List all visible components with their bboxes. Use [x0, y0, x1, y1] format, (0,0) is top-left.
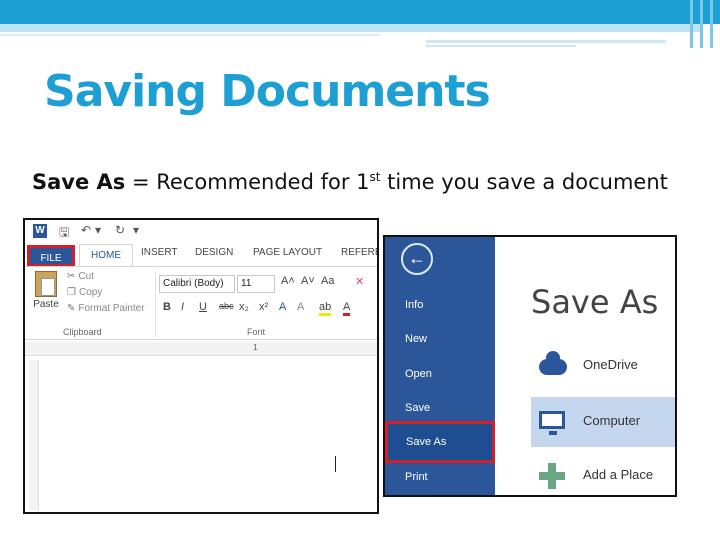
- superscript-button[interactable]: x²: [259, 301, 268, 313]
- font-size-select[interactable]: 11: [237, 275, 275, 293]
- copy-button[interactable]: ❐ Copy: [67, 287, 102, 298]
- word-logo-icon: W: [33, 224, 47, 238]
- paste-label: Paste: [33, 299, 59, 310]
- nav-new[interactable]: New: [405, 333, 427, 345]
- computer-icon: [539, 411, 567, 435]
- header-bar: [0, 0, 720, 48]
- text-effects-button[interactable]: A: [279, 301, 286, 313]
- header-stripe: [690, 0, 693, 48]
- nav-save-as-label: Save As: [406, 436, 447, 448]
- cloud-icon: [539, 351, 567, 377]
- subtitle-bold: Save As: [32, 170, 126, 194]
- document-area: [257, 356, 377, 512]
- slide-subtitle: Save As = Recommended for 1st time you s…: [32, 170, 668, 194]
- underline-button[interactable]: U: [199, 301, 207, 313]
- header-band: [0, 24, 700, 32]
- copy-label: Copy: [78, 287, 103, 298]
- nav-save[interactable]: Save: [405, 402, 430, 414]
- nav-open[interactable]: Open: [405, 368, 432, 380]
- group-divider: [155, 271, 156, 337]
- clipboard-icon: [35, 271, 57, 297]
- shrink-font-icon[interactable]: A˅: [301, 275, 315, 287]
- plus-icon: [539, 463, 567, 489]
- ribbon-home: Paste ✂ Cut ❐ Copy ✎ Format Painter Clipboa…: [25, 266, 377, 340]
- place-add[interactable]: Add a Place: [531, 451, 675, 495]
- redo-icon[interactable]: ↻: [115, 223, 125, 237]
- format-painter-label: Format Painter: [78, 303, 145, 314]
- header-stripe: [710, 0, 713, 48]
- text-effects-dropdown[interactable]: A: [297, 301, 304, 313]
- subtitle-end: time you save a document: [380, 170, 668, 194]
- back-arrow-icon[interactable]: ←: [401, 243, 433, 275]
- tab-page-layout[interactable]: PAGE LAYOUT: [253, 247, 322, 258]
- highlight-button[interactable]: ab: [319, 301, 332, 316]
- backstage-nav: ← Info New Open Save Save As Print: [385, 237, 495, 495]
- undo-dropdown-icon[interactable]: ▾: [95, 223, 101, 237]
- font-color-button[interactable]: A: [343, 301, 351, 316]
- cut-button[interactable]: ✂ Cut: [67, 271, 94, 282]
- quick-access-toolbar: W 🖫 ↶ ▾ ↻ ▾: [25, 220, 377, 242]
- font-group-label: Font: [247, 327, 266, 337]
- grow-font-icon[interactable]: A˄: [281, 275, 295, 287]
- subtitle-sup: st: [369, 170, 381, 184]
- nav-info[interactable]: Info: [405, 299, 423, 311]
- slide-title: Saving Documents: [44, 66, 491, 117]
- format-painter-button[interactable]: ✎ Format Painter: [67, 303, 145, 314]
- tab-design[interactable]: DESIGN: [195, 247, 233, 258]
- ruler-mark: 1: [253, 343, 258, 352]
- change-case-icon[interactable]: Aa: [321, 275, 334, 287]
- clipboard-group-label: Clipboard: [63, 327, 102, 337]
- tab-home[interactable]: HOME: [79, 244, 133, 268]
- tab-insert[interactable]: INSERT: [141, 247, 178, 258]
- clear-format-icon[interactable]: ✕: [355, 275, 364, 288]
- header-line: [426, 45, 576, 47]
- cut-label: Cut: [78, 271, 94, 282]
- strikethrough-button[interactable]: abc: [219, 301, 234, 311]
- scissors-icon: ✂: [67, 271, 76, 282]
- italic-button[interactable]: I: [181, 301, 184, 313]
- bold-button[interactable]: B: [163, 301, 171, 313]
- word-window-screenshot: W 🖫 ↶ ▾ ↻ ▾ FILE HOME INSERT DESIGN PAGE…: [23, 218, 379, 514]
- vertical-ruler: [29, 360, 39, 510]
- backstage-screenshot: ← Info New Open Save Save As Print Save …: [383, 235, 677, 497]
- place-label: Computer: [583, 413, 641, 428]
- document-page[interactable]: [39, 374, 257, 512]
- ribbon-tabs: FILE HOME INSERT DESIGN PAGE LAYOUT REFE…: [25, 242, 377, 268]
- tab-references[interactable]: REFEREN: [341, 247, 377, 258]
- backstage-title: Save As: [531, 283, 659, 321]
- undo-icon[interactable]: ↶: [81, 223, 91, 237]
- subscript-button[interactable]: x₂: [239, 301, 249, 313]
- brush-icon: ✎: [67, 303, 76, 314]
- save-icon[interactable]: 🖫: [59, 223, 69, 244]
- nav-save-as[interactable]: Save As: [385, 421, 495, 463]
- horizontal-ruler[interactable]: 1: [25, 342, 377, 356]
- header-stripe: [700, 0, 703, 48]
- customize-icon[interactable]: ▾: [133, 223, 139, 237]
- nav-print[interactable]: Print: [405, 471, 428, 483]
- place-onedrive[interactable]: OneDrive: [531, 341, 675, 391]
- subtitle-mid: = Recommended for 1: [125, 170, 370, 194]
- paste-button[interactable]: Paste: [31, 271, 61, 310]
- font-name-select[interactable]: Calibri (Body): [159, 275, 235, 293]
- copy-icon: ❐: [67, 287, 76, 298]
- place-computer[interactable]: Computer: [531, 397, 675, 447]
- place-label: OneDrive: [583, 357, 638, 372]
- header-line: [0, 34, 380, 36]
- tab-file[interactable]: FILE: [27, 245, 75, 267]
- place-label: Add a Place: [583, 467, 654, 482]
- header-line: [426, 40, 666, 43]
- text-cursor: [335, 456, 336, 472]
